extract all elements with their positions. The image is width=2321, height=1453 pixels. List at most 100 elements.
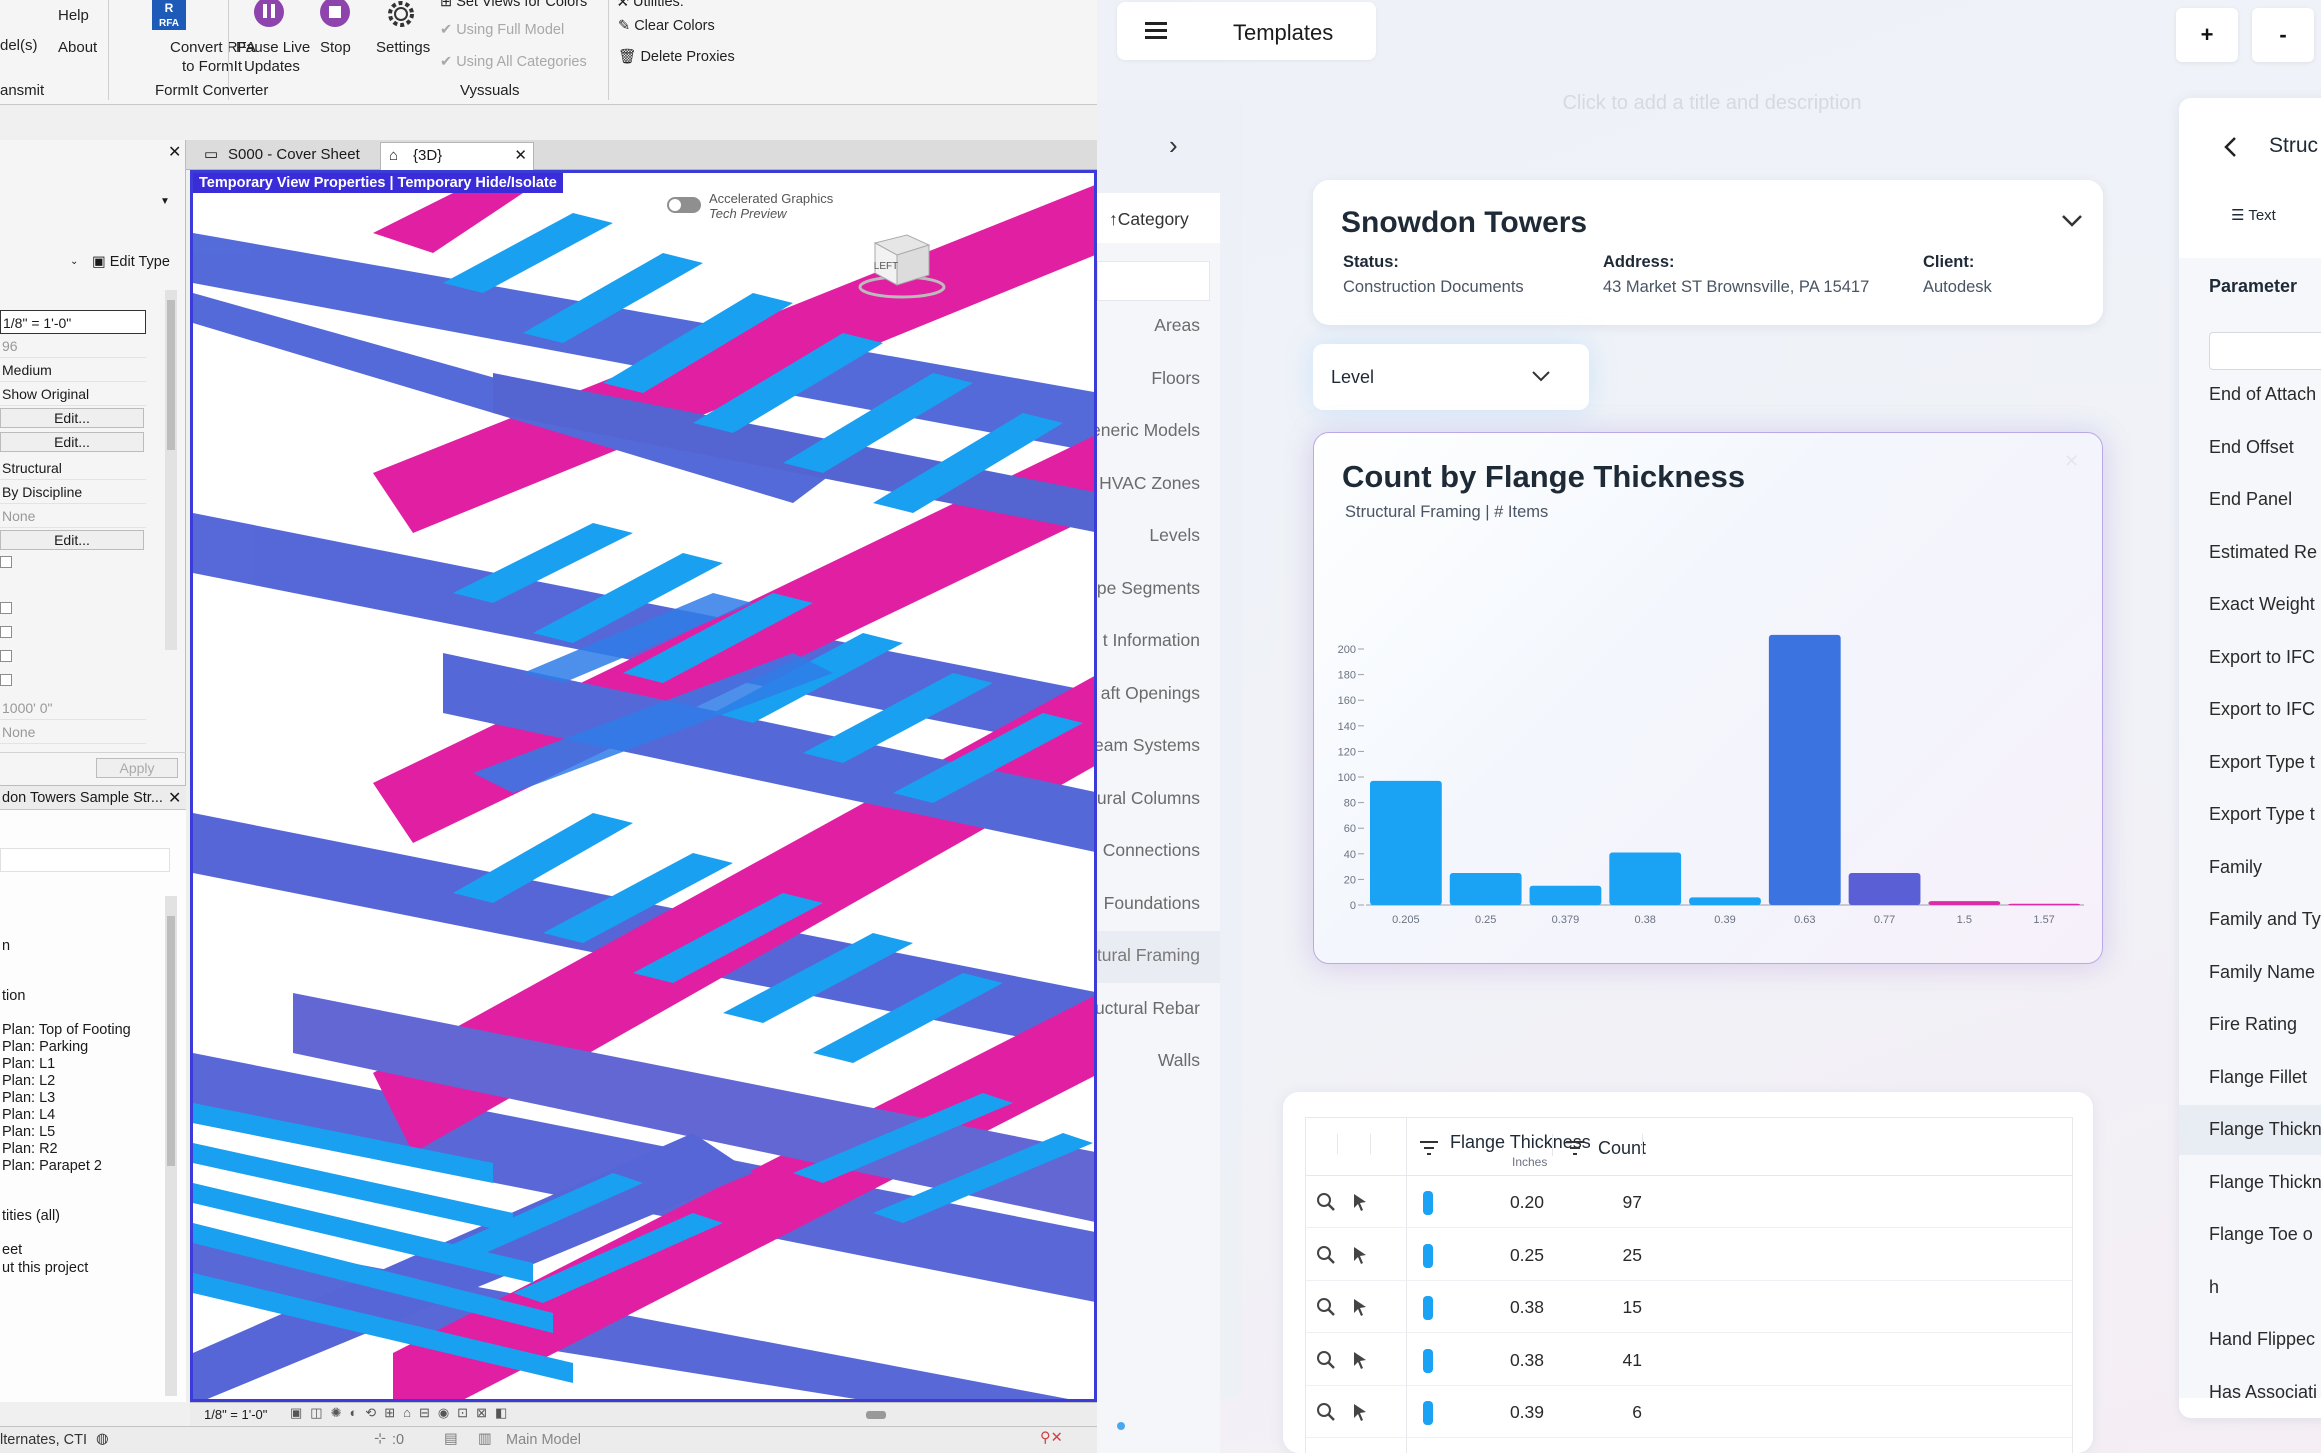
checkbox[interactable] xyxy=(0,626,12,638)
edit-button[interactable]: Edit... xyxy=(0,408,144,428)
parameter-item[interactable]: Estimated Re xyxy=(2209,542,2317,563)
checkbox[interactable] xyxy=(0,650,12,662)
category-search-input[interactable] xyxy=(1097,261,1210,301)
zoom-icon[interactable] xyxy=(1316,1402,1336,1422)
checkbox[interactable] xyxy=(0,674,12,686)
type-dropdown-icon[interactable]: ⌄ xyxy=(70,256,78,267)
prop-row[interactable]: By Discipline xyxy=(0,480,146,504)
color-swatch[interactable] xyxy=(1423,1243,1433,1268)
tab-3d[interactable]: ⌂ {3D} ✕ xyxy=(380,142,534,170)
rfa-icon[interactable]: R RFA xyxy=(150,0,188,32)
bar[interactable] xyxy=(1449,873,1522,905)
zoom-icon[interactable] xyxy=(1316,1245,1336,1265)
parameter-item[interactable]: End Offset xyxy=(2209,437,2294,458)
table-row[interactable]: 0.38 41 xyxy=(1306,1334,2072,1386)
checkbox[interactable] xyxy=(0,556,12,568)
title-description-placeholder[interactable]: Click to add a title and description xyxy=(1537,92,1887,115)
bar[interactable] xyxy=(1369,780,1442,905)
design-options-icon[interactable]: ▥ xyxy=(478,1431,492,1447)
zoom-icon[interactable] xyxy=(1316,1192,1336,1212)
category-item[interactable]: eneric Models xyxy=(1097,420,1200,441)
chevron-down-icon[interactable]: ▼ xyxy=(160,196,170,207)
zoom-icon[interactable] xyxy=(1316,1350,1336,1370)
settings-button[interactable]: Settings xyxy=(376,38,430,57)
models-button[interactable]: del(s) xyxy=(0,36,38,55)
browser-item[interactable]: eet xyxy=(2,1242,22,1258)
parameter-item[interactable]: h xyxy=(2209,1277,2219,1298)
category-item[interactable]: pe Segments xyxy=(1097,578,1200,599)
browser-item[interactable]: Plan: L3 xyxy=(2,1090,55,1106)
browser-item[interactable]: tion xyxy=(2,988,25,1004)
add-button[interactable]: + xyxy=(2176,8,2238,62)
checkbox[interactable] xyxy=(0,602,12,614)
browser-item[interactable]: Plan: R2 xyxy=(2,1141,58,1157)
remove-button[interactable]: - xyxy=(2252,8,2314,62)
category-item[interactable]: uctural Rebar xyxy=(1097,998,1200,1019)
bar[interactable] xyxy=(1848,873,1921,905)
chevron-left-icon[interactable] xyxy=(2223,136,2237,158)
apply-button[interactable]: Apply xyxy=(96,758,178,778)
close-icon[interactable]: ✕ xyxy=(514,143,527,169)
browser-item[interactable]: Plan: L5 xyxy=(2,1124,55,1140)
parameter-item[interactable]: Exact Weight xyxy=(2209,594,2315,615)
filter-icon[interactable] xyxy=(1420,1140,1440,1156)
close-icon[interactable]: ✕ xyxy=(168,788,181,808)
category-item[interactable]: HVAC Zones xyxy=(1099,473,1200,494)
browser-item[interactable]: n xyxy=(2,938,10,954)
color-swatch[interactable] xyxy=(1423,1296,1433,1320)
3d-viewport[interactable]: Temporary View Properties | Temporary Hi… xyxy=(190,170,1097,1402)
help-button[interactable]: Help xyxy=(58,6,89,25)
pause-icon[interactable] xyxy=(252,0,286,28)
prop-row[interactable]: Structural xyxy=(0,456,146,480)
prop-row[interactable]: Medium xyxy=(0,358,146,382)
worksets-icon[interactable]: ▤ xyxy=(444,1431,458,1447)
viewcube-icon[interactable]: LEFT xyxy=(857,229,947,301)
bar[interactable] xyxy=(1928,901,2001,905)
group-by-dropdown[interactable]: Level xyxy=(1313,344,1589,410)
parameter-item[interactable]: Family Name xyxy=(2209,962,2315,983)
parameter-item[interactable]: Flange Toe o xyxy=(2209,1224,2313,1245)
browser-search-input[interactable] xyxy=(0,848,170,872)
tab-cover-sheet[interactable]: ▭ S000 - Cover Sheet xyxy=(196,142,376,170)
bar[interactable] xyxy=(1529,885,1602,905)
select-cursor-icon[interactable] xyxy=(1350,1245,1370,1265)
browser-item[interactable]: Plan: Parapet 2 xyxy=(2,1158,102,1174)
view-scale-label[interactable]: 1/8" = 1'-0" xyxy=(204,1407,267,1422)
bar[interactable] xyxy=(1609,852,1682,905)
select-cursor-icon[interactable] xyxy=(1350,1402,1370,1422)
parameter-item[interactable]: Flange Thickn xyxy=(2209,1119,2321,1140)
clear-colors-button[interactable]: ✎ Clear Colors xyxy=(618,18,715,34)
stop-icon[interactable] xyxy=(318,0,352,28)
close-icon[interactable]: ✕ xyxy=(168,142,181,162)
parameter-item[interactable]: Has Associati xyxy=(2209,1382,2317,1403)
parameter-item[interactable]: Flange Fillet xyxy=(2209,1067,2307,1088)
parameter-item[interactable]: Hand Flippec xyxy=(2209,1329,2315,1350)
zoom-icon[interactable] xyxy=(1316,1297,1336,1317)
parameter-item[interactable]: Export Type t xyxy=(2209,804,2315,825)
color-swatch[interactable] xyxy=(1423,1401,1433,1425)
parameter-item[interactable]: End of Attach xyxy=(2209,384,2316,405)
using-all-categories-item[interactable]: ✔ Using All Categories xyxy=(440,54,587,70)
bar[interactable] xyxy=(1689,897,1761,905)
props-scrollbar[interactable] xyxy=(165,290,177,650)
category-sort-header[interactable]: ↑Category xyxy=(1109,209,1189,230)
parameter-item[interactable]: Export Type t xyxy=(2209,752,2315,773)
table-row[interactable]: 0.20 97 xyxy=(1306,1176,2072,1228)
chevron-down-icon[interactable] xyxy=(2061,214,2083,228)
text-tab[interactable]: ☰ Text xyxy=(2231,206,2276,224)
bar[interactable] xyxy=(2008,903,2081,906)
category-item[interactable]: ural Columns xyxy=(1097,788,1200,809)
delete-proxies-button[interactable]: 🗑 Delete Proxies xyxy=(618,48,735,65)
browser-scrollbar[interactable] xyxy=(165,896,177,1396)
stop-button[interactable]: Stop xyxy=(320,38,351,57)
accelerated-graphics-toggle[interactable] xyxy=(667,197,701,213)
filter-icon[interactable]: ⚲✕ xyxy=(1040,1430,1063,1446)
category-item[interactable]: aft Openings xyxy=(1101,683,1200,704)
browser-item[interactable]: Plan: Top of Footing xyxy=(2,1022,131,1038)
edit-button[interactable]: Edit... xyxy=(0,432,144,452)
filter-icon[interactable] xyxy=(1566,1140,1586,1156)
edit-type-button[interactable]: ▣ Edit Type xyxy=(92,254,170,270)
parameter-item[interactable]: End Panel xyxy=(2209,489,2292,510)
parameter-item[interactable]: Flange Thickn xyxy=(2209,1172,2321,1193)
category-item[interactable]: Foundations xyxy=(1104,893,1200,914)
